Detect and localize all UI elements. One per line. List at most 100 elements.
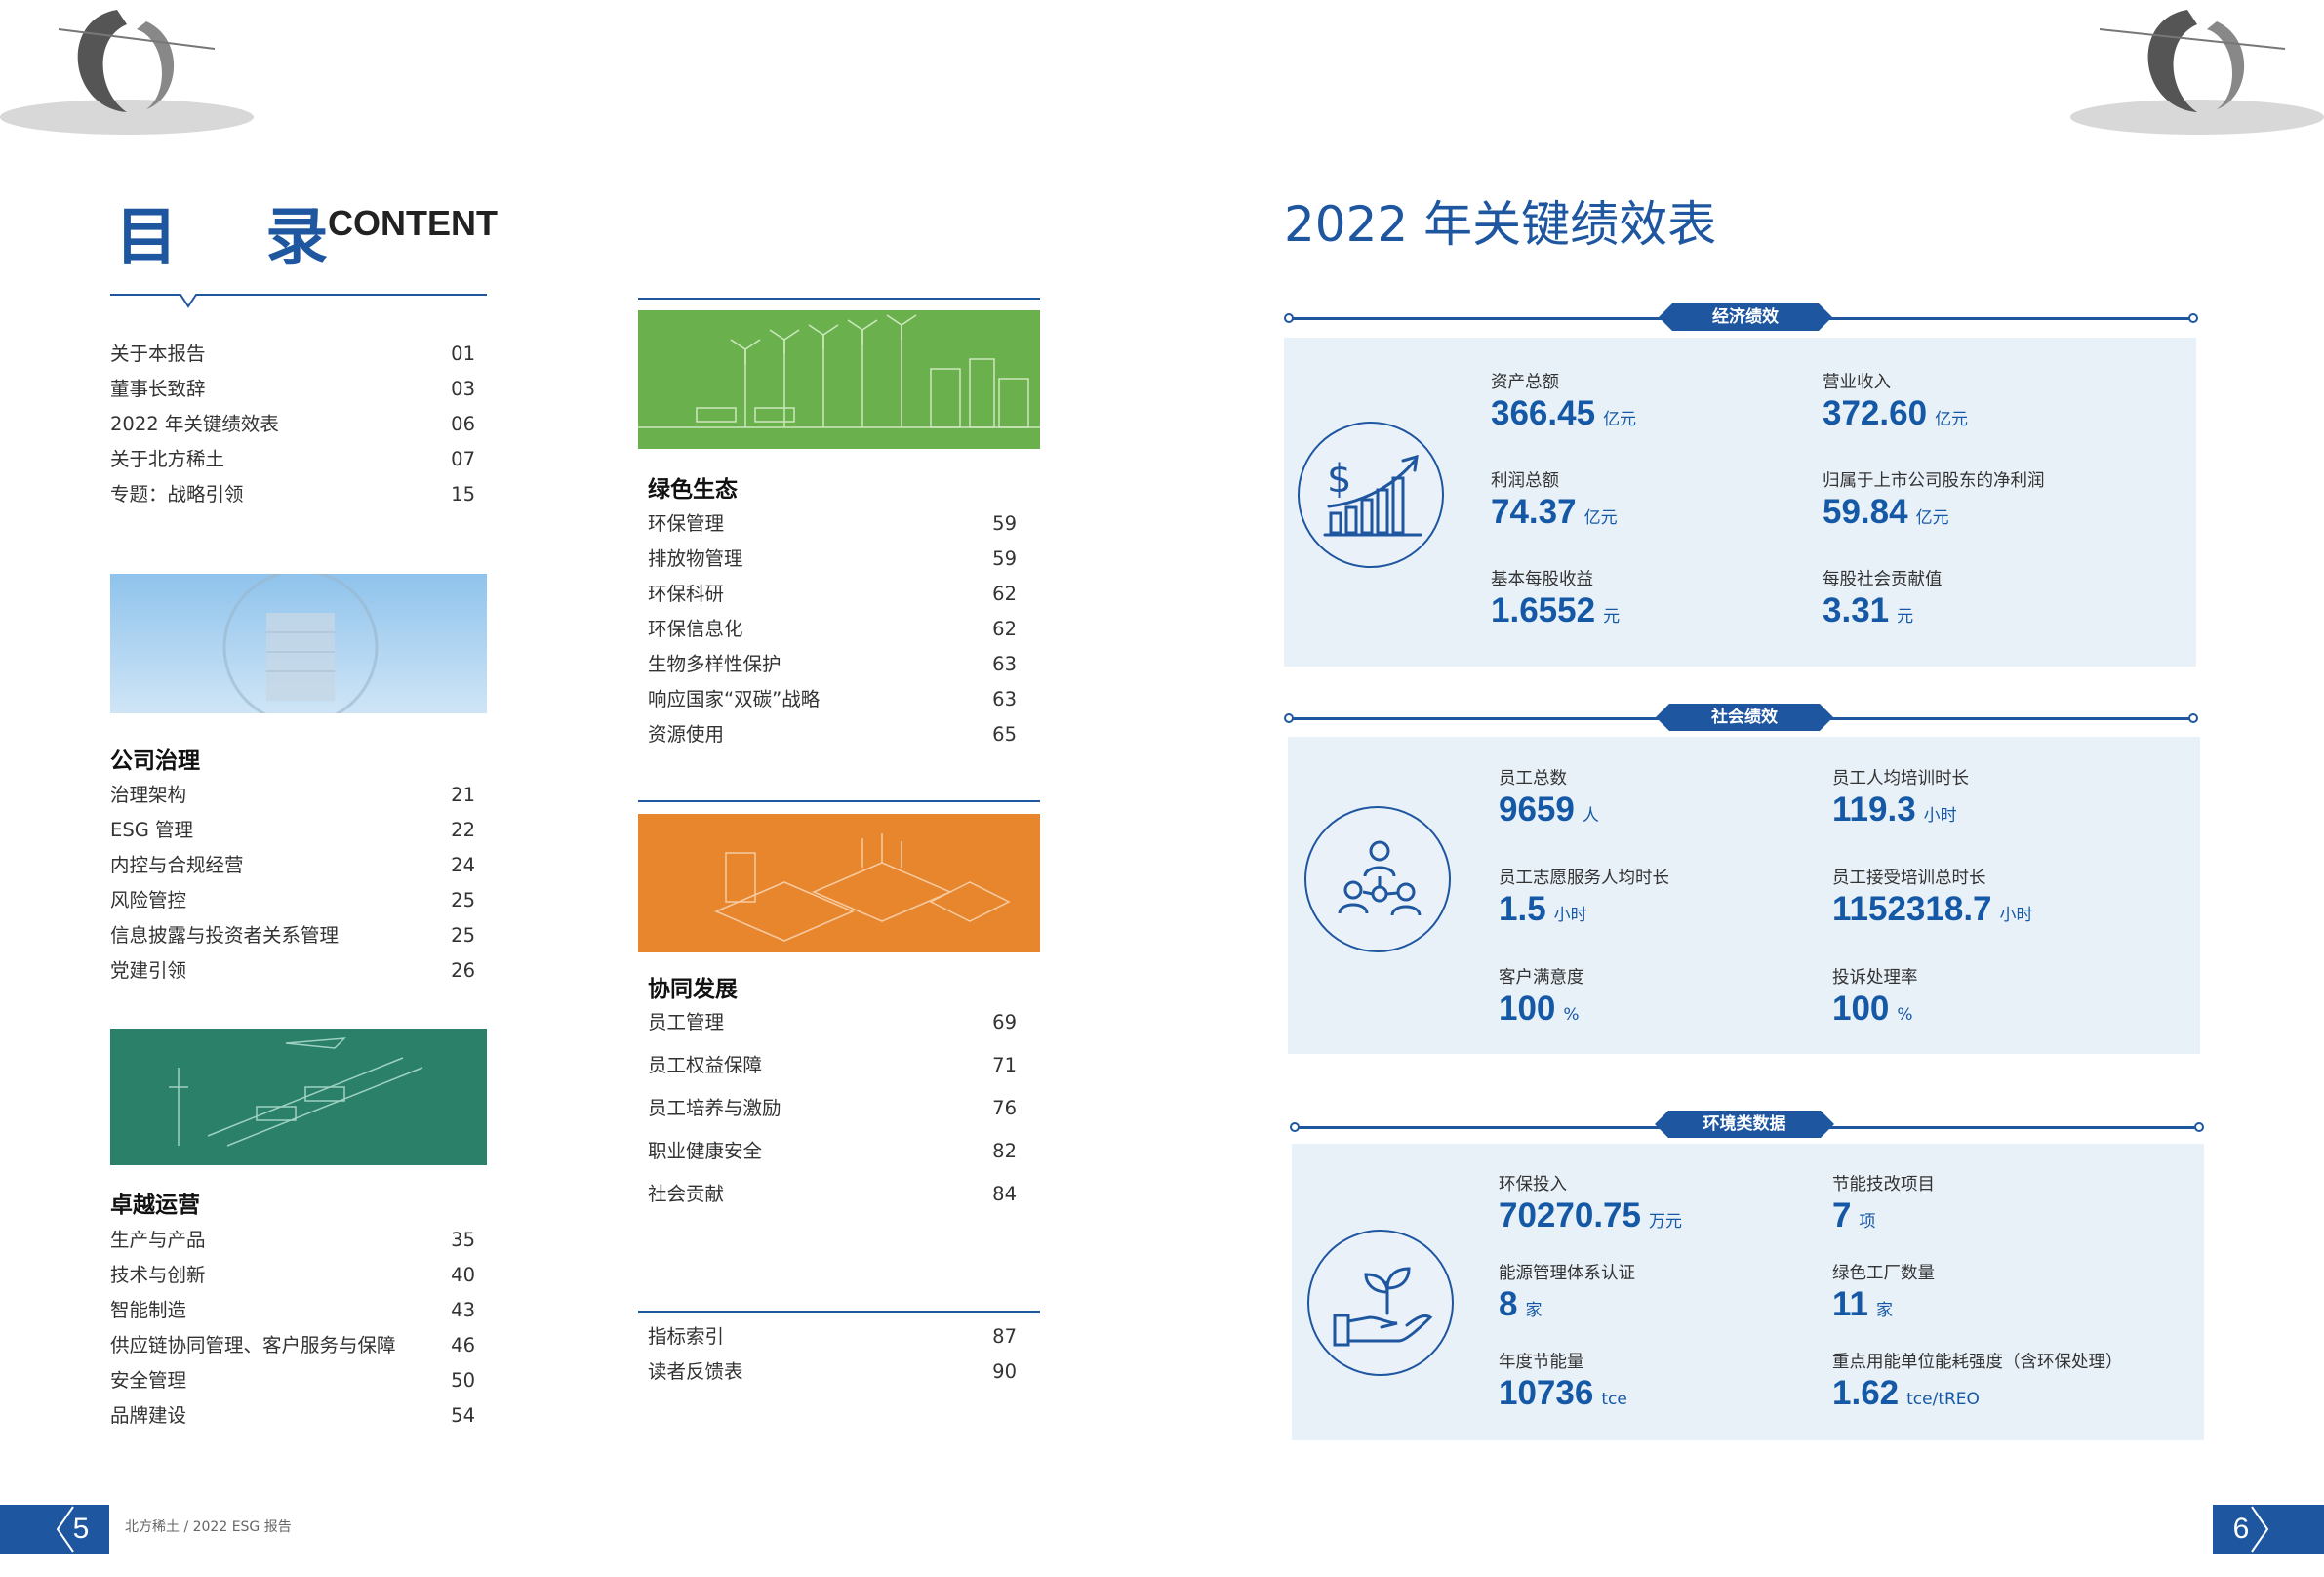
toc-entry[interactable]: 风险管控 25 [110,886,475,915]
kpi-unit: 元 [1603,607,1621,627]
toc-entry[interactable]: 专题：战略引领 15 [110,480,475,509]
toc-entry[interactable]: ESG 管理 22 [110,816,475,845]
green-image [638,310,1040,449]
toc-entry-page: 71 [992,1054,1017,1076]
kpi-value: 11 [1832,1285,1868,1323]
sculpture-logo-right [2061,0,2324,146]
toc-entry-label: 员工培养与激励 [648,1097,781,1119]
appendix-top-rule [638,1311,1040,1313]
kpi-label: 资产总额 [1491,373,1559,392]
kpi-item: 营业收入 372.60 亿元 [1823,369,1968,433]
kpi-label: 员工志愿服务人均时长 [1499,869,1669,888]
toc-entry[interactable]: 指标索引 87 [648,1322,1017,1352]
toc-entry[interactable]: 技术与创新 40 [110,1261,475,1290]
toc-entry[interactable]: 智能制造 43 [110,1296,475,1325]
toc-entry[interactable]: 读者反馈表 90 [648,1357,1017,1387]
kpi-item: 利润总额 74.37 亿元 [1491,467,1618,532]
toc-entry-page: 59 [992,512,1017,535]
toc-entry-label: 关于北方稀土 [110,448,225,470]
toc-entry-label: 环保科研 [648,583,725,605]
toc-entry[interactable]: 生物多样性保护 63 [648,650,1017,679]
kpi-unit: 人 [1582,806,1599,826]
kpi-title: 2022 年关键绩效表 [1284,196,1717,253]
kpi-unit: % [1563,1005,1580,1025]
economic-tag: 经济绩效 [1659,303,1832,331]
toc-entry[interactable]: 职业健康安全 82 [648,1137,1017,1166]
kpi-value: 8 [1499,1285,1518,1323]
toc-entry-label: 品牌建设 [110,1404,187,1427]
kpi-unit: 亿元 [1603,410,1637,429]
toc-entry[interactable]: 关于北方稀土 07 [110,445,475,474]
kpi-value: 100 [1832,990,1890,1028]
toc-entry-page: 07 [451,448,475,470]
kpi-item: 投诉处理率 100% [1832,964,1918,1029]
governance-image [110,574,487,713]
economic-icon-circle: $ [1298,422,1444,568]
toc-entry[interactable]: 安全管理 50 [110,1366,475,1395]
toc-entry[interactable]: 供应链协同管理、客户服务与保障 46 [110,1331,475,1360]
toc-entry-label: 排放物管理 [648,547,743,570]
toc-entry-page: 25 [451,889,475,911]
toc-entry[interactable]: 资源使用 65 [648,720,1017,749]
toc-entry[interactable]: 2022 年关键绩效表 06 [110,410,475,439]
toc-entry-label: 指标索引 [648,1325,725,1348]
kpi-value: 10736 [1499,1374,1594,1412]
kpi-unit: 亿元 [1935,410,1969,429]
toc-entry-label: 环保信息化 [648,618,743,640]
toc-entry-label: 员工管理 [648,1011,725,1033]
kpi-unit: 小时 [1923,806,1957,826]
toc-entry[interactable]: 关于本报告 01 [110,340,475,369]
kpi-label: 每股社会贡献值 [1823,570,1943,589]
kpi-item: 员工总数 9659 人 [1499,765,1599,829]
social-icon-circle [1304,806,1451,952]
kpi-label: 基本每股收益 [1491,570,1593,589]
toc-entry[interactable]: 环保管理 59 [648,509,1017,539]
toc-entry-label: 2022 年关键绩效表 [110,413,279,435]
toc-entry-page: 90 [992,1360,1017,1383]
toc-entry-page: 06 [451,413,475,435]
toc-entry-page: 59 [992,547,1017,570]
toc-entry[interactable]: 环保科研 62 [648,580,1017,609]
toc-entry[interactable]: 社会贡献 84 [648,1180,1017,1209]
economic-band-dot-right [2188,313,2198,323]
toc-entry[interactable]: 董事长致辞 03 [110,375,475,404]
toc-divider [110,294,487,308]
social-band-dot-right [2188,713,2198,723]
toc-entry[interactable]: 党建引领 26 [110,956,475,986]
kpi-value: 1.6552 [1491,591,1596,629]
toc-entry[interactable]: 品牌建设 54 [110,1401,475,1431]
toc-entry-page: 15 [451,483,475,505]
svg-text:$: $ [1327,457,1351,502]
kpi-item: 能源管理体系认证 8 家 [1499,1260,1635,1324]
economic-band-dot-left [1284,313,1294,323]
toc-entry[interactable]: 治理架构 21 [110,781,475,810]
toc-entry[interactable]: 信息披露与投资者关系管理 25 [110,921,475,950]
env-band-dot-right [2194,1122,2204,1132]
kpi-item: 绿色工厂数量 11 家 [1832,1260,1935,1324]
toc-entry[interactable]: 员工管理 69 [648,1008,1017,1037]
toc-entry[interactable]: 员工权益保障 71 [648,1051,1017,1080]
toc-entry[interactable]: 排放物管理 59 [648,545,1017,574]
green-top-rule [638,298,1040,300]
toc-entry-page: 62 [992,583,1017,605]
kpi-label: 利润总额 [1491,471,1559,491]
kpi-label: 员工人均培训时长 [1832,769,1969,788]
toc-entry-label: 响应国家“双碳”战略 [648,688,821,710]
env-tag: 环境类数据 [1655,1111,1834,1138]
toc-entry-label: 生物多样性保护 [648,653,781,675]
toc-entry[interactable]: 响应国家“双碳”战略 63 [648,685,1017,714]
toc-entry[interactable]: 环保信息化 62 [648,615,1017,644]
toc-entry-label: 供应链协同管理、客户服务与保障 [110,1334,396,1356]
toc-entry[interactable]: 生产与产品 35 [110,1226,475,1255]
kpi-unit: 项 [1859,1212,1876,1232]
toc-entry-label: 治理架构 [110,784,187,806]
toc-entry-page: 26 [451,959,475,982]
env-icon-circle [1307,1230,1454,1376]
kpi-value: 100 [1499,990,1556,1028]
kpi-label: 年度节能量 [1499,1353,1584,1372]
kpi-item: 资产总额 366.45 亿元 [1491,369,1636,433]
governance-heading: 公司治理 [110,748,200,774]
toc-entry[interactable]: 员工培养与激励 76 [648,1094,1017,1123]
kpi-value: 1.62 [1832,1374,1900,1412]
toc-entry[interactable]: 内控与合规经营 24 [110,851,475,880]
